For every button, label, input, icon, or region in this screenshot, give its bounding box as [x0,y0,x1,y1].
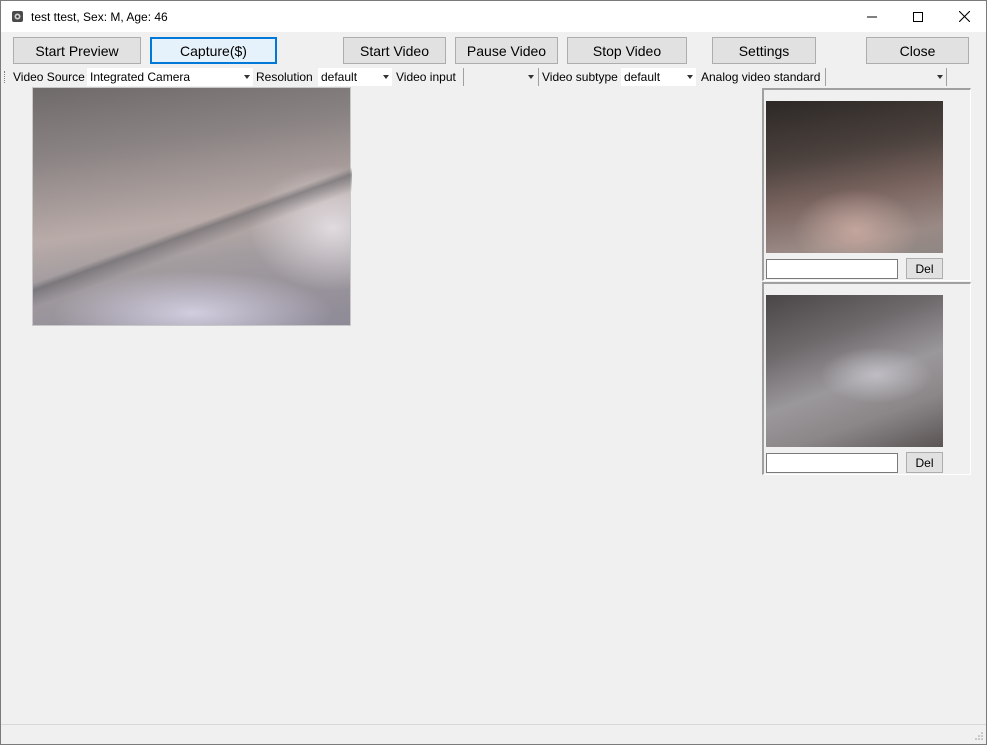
resolution-combo[interactable]: default [318,68,392,86]
thumbnail-note-input[interactable] [766,259,898,279]
title-bar: test ttest, Sex: M, Age: 46 [1,1,986,32]
window-close-button[interactable] [941,1,987,32]
separator [538,68,539,86]
window-title: test ttest, Sex: M, Age: 46 [31,10,168,24]
resolution-label: Resolution [256,70,313,84]
dropdown-arrow-icon [687,75,693,79]
dropdown-arrow-icon [383,75,389,79]
live-video-preview [32,87,352,327]
maximize-icon [913,11,923,22]
maximize-button[interactable] [895,1,941,32]
preview-frame [33,88,352,327]
capture-window: test ttest, Sex: M, Age: 46 Start Previe… [0,0,987,745]
video-subtype-value: default [624,70,661,84]
video-source-value: Integrated Camera [90,70,191,84]
start-video-button[interactable]: Start Video [343,37,446,64]
property-bar: Video Source Integrated Camera Resolutio… [1,67,986,87]
video-source-label: Video Source [13,70,85,84]
analog-standard-combo[interactable] [826,68,946,86]
start-preview-button[interactable]: Start Preview [13,37,141,64]
thumbnail-note-input[interactable] [766,453,898,473]
video-input-label: Video input [396,70,456,84]
separator [946,68,947,86]
thumbnail-card: Del [762,282,971,475]
analog-standard-label: Analog video standard [701,70,821,84]
delete-thumbnail-button[interactable]: Del [906,452,943,473]
video-subtype-label: Video subtype [542,70,618,84]
status-bar [1,724,986,744]
app-icon [12,11,23,22]
close-button[interactable]: Close [866,37,969,64]
thumbnail-card: Del [762,88,971,281]
dropdown-arrow-icon [528,75,534,79]
video-subtype-combo[interactable]: default [621,68,696,86]
video-input-combo[interactable] [464,68,537,86]
video-source-combo[interactable]: Integrated Camera [87,68,253,86]
resolution-value: default [321,70,358,84]
captured-thumbnails-panel: Del Del [762,88,971,475]
stop-video-button[interactable]: Stop Video [567,37,687,64]
resize-grip-icon[interactable] [973,732,983,742]
toolbar-grip[interactable] [4,71,6,83]
minimize-button[interactable] [849,1,895,32]
dropdown-arrow-icon [244,75,250,79]
dropdown-arrow-icon [937,75,943,79]
capture-button[interactable]: Capture($) [150,37,277,64]
captured-image[interactable] [766,295,943,447]
minimize-icon [867,16,877,17]
settings-button[interactable]: Settings [712,37,816,64]
delete-thumbnail-button[interactable]: Del [906,258,943,279]
close-icon [958,11,970,22]
pause-video-button[interactable]: Pause Video [455,37,558,64]
captured-image[interactable] [766,101,943,253]
